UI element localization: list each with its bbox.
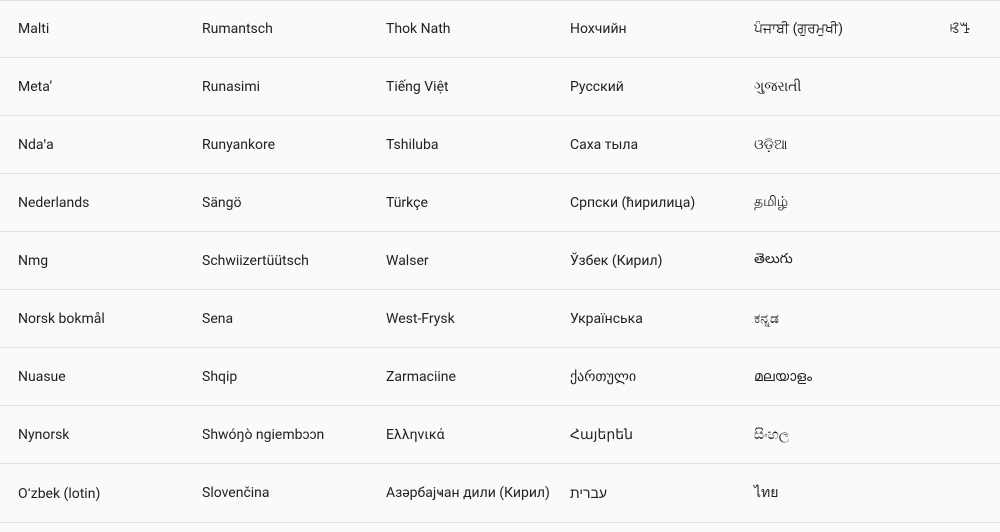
language-option[interactable]: Schwiizertüütsch bbox=[184, 235, 368, 287]
language-row: NmgSchwiizertüütschWalserЎзбек (Кирил)తె… bbox=[0, 232, 1000, 290]
language-option[interactable]: Thok Nath bbox=[368, 3, 552, 55]
language-option[interactable]: Oʻzbek (lotin) bbox=[0, 467, 184, 520]
language-option[interactable]: Саха тыла bbox=[552, 119, 736, 171]
language-row: NederlandsSängöTürkçeСрпски (ћирилица)தம… bbox=[0, 174, 1000, 232]
language-option[interactable]: Shqip bbox=[184, 351, 368, 403]
language-option[interactable]: West-Frysk bbox=[368, 293, 552, 345]
language-option[interactable]: Ndaꞌa bbox=[0, 118, 184, 171]
language-row: Norsk bokmålSenaWest-FryskУкраїнськаಕನ್ನ… bbox=[0, 290, 1000, 348]
language-option[interactable]: ગુજરાતી bbox=[736, 61, 920, 113]
language-option[interactable]: Հայերեն bbox=[552, 409, 736, 461]
language-option[interactable]: עברית bbox=[552, 467, 736, 520]
language-option[interactable]: Shwóŋò ngiembɔɔn bbox=[184, 408, 368, 461]
language-option[interactable]: Sena bbox=[184, 293, 368, 345]
language-option[interactable]: Русский bbox=[552, 61, 736, 113]
language-option[interactable]: Malti bbox=[0, 3, 184, 55]
language-row: MetaʼRunasimiTiếng ViệtРусскийગુજરાતી bbox=[0, 58, 1000, 116]
language-option[interactable]: ꕙꔤ bbox=[920, 3, 1000, 55]
language-option[interactable]: தமிழ் bbox=[736, 176, 920, 230]
language-row: NynorskShwóŋò ngiembɔɔnΕλληνικάՀայերենසි… bbox=[0, 406, 1000, 464]
language-option[interactable]: Nmg bbox=[0, 235, 184, 287]
language-option[interactable]: Sängö bbox=[184, 177, 368, 229]
language-row: MaltiRumantschThok NathНохчийнਪੰਜਾਬੀ (ਗੁ… bbox=[0, 0, 1000, 58]
language-option[interactable]: Ўзбек (Кирил) bbox=[552, 235, 736, 287]
language-option[interactable]: Nederlands bbox=[0, 177, 184, 229]
language-option[interactable]: ਪੰਜਾਬੀ (ਗੁਰਮੁਖੀ) bbox=[736, 3, 920, 55]
language-option[interactable]: ไทย bbox=[736, 464, 920, 522]
language-row: NuasueShqipZarmaciineქართულიമലയാളം bbox=[0, 348, 1000, 406]
language-option[interactable]: Tshiluba bbox=[368, 119, 552, 171]
language-option[interactable]: ქართული bbox=[552, 351, 736, 403]
language-option[interactable]: Ελληνικά bbox=[368, 409, 552, 461]
language-option[interactable]: Norsk bokmål bbox=[0, 293, 184, 345]
language-row: NdaꞌaRunyankoreTshilubaСаха тылаଓଡ଼ିଆ bbox=[0, 116, 1000, 174]
language-option[interactable]: తెలుగు bbox=[736, 233, 920, 288]
language-option[interactable]: Nuasue bbox=[0, 351, 184, 403]
language-option[interactable]: Runasimi bbox=[184, 61, 368, 113]
language-option[interactable]: മലയാളം bbox=[736, 351, 920, 403]
language-option[interactable]: Rumantsch bbox=[184, 3, 368, 55]
language-option[interactable]: Српски (ћирилица) bbox=[552, 177, 736, 229]
language-option[interactable]: Азәрбајҹан дили (Кирил) bbox=[368, 467, 552, 519]
language-option[interactable]: Metaʼ bbox=[0, 61, 184, 113]
language-option[interactable]: Українська bbox=[552, 293, 736, 345]
language-option[interactable]: Zarmaciine bbox=[368, 351, 552, 403]
language-option[interactable]: ಕನ್ನಡ bbox=[736, 293, 920, 345]
language-option[interactable]: Нохчийн bbox=[552, 3, 736, 55]
language-option[interactable]: Runyankore bbox=[184, 119, 368, 171]
language-selector-table: MaltiRumantschThok NathНохчийнਪੰਜਾਬੀ (ਗੁ… bbox=[0, 0, 1000, 523]
language-option[interactable]: Nynorsk bbox=[0, 409, 184, 461]
language-option[interactable]: Tiếng Việt bbox=[368, 61, 552, 113]
language-row: Oʻzbek (lotin)SlovenčinaАзәрбајҹан дили … bbox=[0, 464, 1000, 523]
language-option[interactable]: Walser bbox=[368, 235, 552, 287]
language-option[interactable]: Türkçe bbox=[368, 177, 552, 229]
language-option[interactable]: ଓଡ଼ିଆ bbox=[736, 119, 920, 171]
language-option[interactable]: Slovenčina bbox=[184, 467, 368, 519]
language-option[interactable]: සිංහල bbox=[736, 409, 920, 461]
